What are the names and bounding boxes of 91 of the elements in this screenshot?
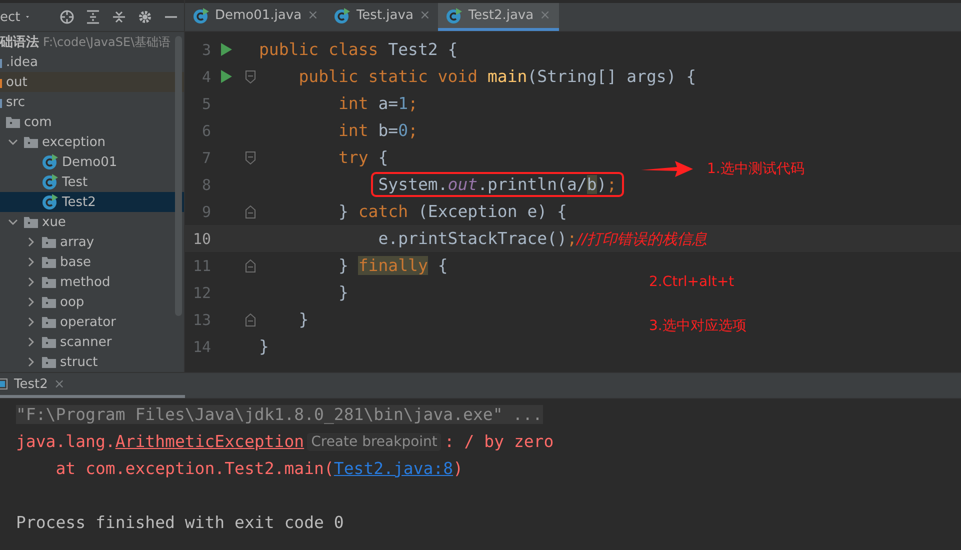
line-number: 14	[192, 338, 211, 356]
folder-icon	[6, 116, 20, 128]
code-line: try {	[337, 148, 388, 167]
folder-icon	[42, 316, 56, 328]
line-number: 10	[192, 230, 211, 248]
run-icon[interactable]	[220, 43, 232, 56]
class-icon	[446, 8, 462, 24]
line-number: 7	[200, 148, 211, 166]
class-icon	[42, 174, 58, 190]
tree-item[interactable]: array	[0, 232, 184, 252]
tree-item[interactable]: oop	[0, 292, 184, 312]
console-text: java.lang.	[16, 432, 116, 451]
folder-icon	[42, 276, 56, 288]
code-line: int b=0;	[337, 121, 418, 140]
code-line: e.printStackTrace();//打印错误的栈信息	[377, 228, 707, 248]
tree-item[interactable]: out	[0, 72, 184, 92]
console-icon	[0, 378, 8, 390]
folder-icon	[42, 236, 56, 248]
console-text: Process finished with exit code 0	[16, 513, 344, 532]
console-link[interactable]: Test2.java:8	[334, 459, 454, 478]
line-number: 11	[192, 256, 211, 274]
code-line: }	[337, 283, 348, 302]
line-number: 12	[192, 284, 211, 302]
code-line: }	[259, 337, 269, 356]
folder-icon	[24, 136, 38, 148]
folder-icon	[24, 216, 38, 228]
tree-item[interactable]: scanner	[0, 332, 184, 352]
code-line: int a=1;	[337, 94, 418, 113]
editor-tab[interactable]: Test2.java ×	[438, 3, 558, 31]
fold-icon[interactable]	[244, 258, 256, 272]
line-number: 4	[200, 68, 211, 86]
console-text: at com.exception.Test2.main(	[54, 459, 334, 478]
tree-item[interactable]: method	[0, 272, 184, 292]
scrollbar[interactable]	[175, 36, 182, 316]
console-text: : / by zero	[444, 432, 554, 451]
crosshair-icon[interactable]	[60, 10, 74, 24]
console-text: "F:\Program Files\Java\jdk1.8.0_281\bin\java.exe" ...	[16, 405, 542, 424]
annotation-text: 2.Ctrl+alt+t	[649, 274, 734, 290]
folder-icon	[42, 356, 56, 368]
tree-item[interactable]: .idea	[0, 52, 184, 72]
line-number: 3	[200, 40, 211, 58]
hint-tooltip[interactable]: Create breakpoint	[307, 432, 442, 450]
line-number: 5	[200, 94, 211, 112]
collapse-all-icon[interactable]	[112, 10, 126, 24]
code-line: public class Test2 {	[259, 40, 458, 59]
tree-item[interactable]: com	[0, 112, 184, 132]
project-name[interactable]: 础语法	[0, 33, 39, 51]
tree-item[interactable]: Test	[0, 172, 184, 192]
code-line: System.out.println(a/b);	[374, 175, 621, 194]
folder-icon	[42, 256, 56, 268]
code-line: }	[298, 310, 309, 329]
run-icon[interactable]	[220, 70, 232, 83]
code-line: } catch (Exception e) {	[337, 202, 567, 221]
chevron-down-icon[interactable]	[8, 137, 18, 147]
line-number: 13	[192, 310, 211, 328]
tree-item[interactable]: operator	[0, 312, 184, 332]
settings-icon[interactable]	[138, 10, 152, 24]
fold-icon[interactable]	[244, 70, 256, 84]
tree-item[interactable]: src	[0, 92, 184, 112]
code-line: public static void main(String[] args) {	[298, 67, 696, 86]
tree-item[interactable]: xue	[0, 212, 184, 232]
class-icon	[334, 8, 350, 24]
tree-item[interactable]: Test2	[0, 192, 184, 212]
fold-icon[interactable]	[244, 150, 256, 164]
project-path: F:\code\JavaSE\基础语	[43, 34, 171, 50]
panel-title[interactable]: ect	[0, 10, 20, 24]
annotation-text: 1.选中测试代码	[707, 160, 804, 178]
tree-item[interactable]: exception	[0, 132, 184, 152]
editor-tab[interactable]: Demo01.java ×	[185, 3, 326, 31]
class-icon	[193, 8, 209, 24]
folder-icon	[42, 336, 56, 348]
tree-item[interactable]: Demo01	[0, 152, 184, 172]
tree-item[interactable]: struct	[0, 352, 184, 372]
fold-icon[interactable]	[244, 204, 256, 218]
class-icon	[42, 194, 58, 210]
line-number: 9	[200, 202, 211, 220]
console-text: )	[453, 459, 464, 478]
arrow-icon	[641, 161, 693, 177]
class-icon	[42, 154, 58, 170]
expand-all-icon[interactable]	[86, 10, 100, 24]
run-tab[interactable]: Test2 ×	[0, 373, 185, 398]
console-link[interactable]: ArithmeticException	[115, 432, 304, 451]
annotation-text: 3.选中对应选项	[649, 317, 746, 335]
folder-icon	[42, 296, 56, 308]
fold-icon[interactable]	[244, 312, 256, 326]
editor-tab[interactable]: Test.java ×	[326, 3, 438, 31]
chevron-down-icon[interactable]	[8, 217, 18, 227]
line-number: 8	[200, 176, 211, 194]
code-line: } finally {	[337, 256, 448, 275]
line-number: 6	[200, 122, 211, 140]
tree-item[interactable]: base	[0, 252, 184, 272]
